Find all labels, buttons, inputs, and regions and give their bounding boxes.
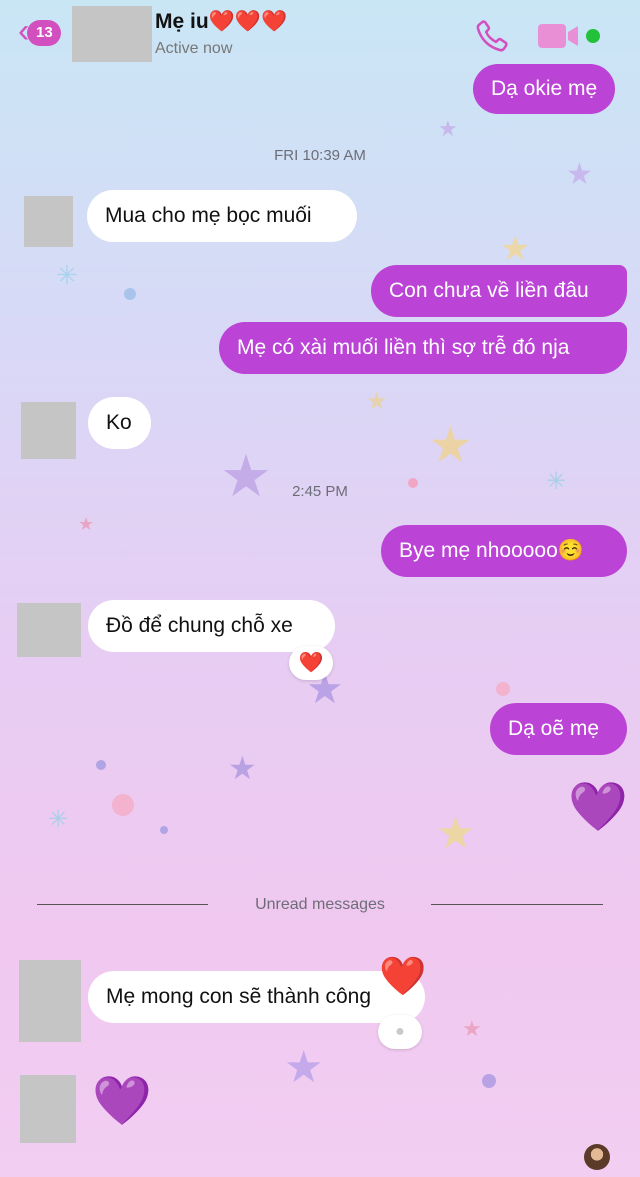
heart-reaction[interactable]: ❤️ <box>289 646 333 680</box>
message-outgoing[interactable]: Dạ oẽ mẹ <box>490 703 627 755</box>
reaction-placeholder[interactable]: ● <box>378 1015 422 1049</box>
purple-heart-emoji[interactable]: 💜 <box>92 1078 152 1126</box>
purple-heart-emoji[interactable]: 💜 <box>568 784 628 832</box>
sender-avatar[interactable] <box>19 960 81 1042</box>
message-outgoing[interactable]: Bye mẹ nhooooo☺️ <box>381 525 627 577</box>
phone-icon[interactable] <box>472 18 510 56</box>
timestamp: FRI 10:39 AM <box>274 147 366 164</box>
back-button[interactable]: ‹ 13 <box>18 14 62 48</box>
video-camera-icon[interactable] <box>538 22 580 50</box>
seen-receipt-avatar <box>584 1144 610 1170</box>
sender-avatar[interactable] <box>17 603 81 657</box>
message-outgoing[interactable]: Mẹ có xài muối liền thì sợ trễ đó nja <box>219 322 627 374</box>
message-outgoing[interactable]: Con chưa về liền đâu <box>371 265 627 317</box>
message-incoming[interactable]: Đồ để chung chỗ xe <box>88 600 335 652</box>
unread-messages-label: Unread messages <box>255 896 385 913</box>
sender-avatar[interactable] <box>21 402 76 459</box>
message-incoming[interactable]: Mẹ mong con sẽ thành công <box>88 971 425 1023</box>
sender-avatar[interactable] <box>24 196 73 247</box>
contact-name[interactable]: Mẹ iu❤️❤️❤️ <box>155 10 287 34</box>
online-status-icon <box>586 29 600 43</box>
active-status: Active now <box>155 40 233 57</box>
unread-divider-right <box>431 904 603 905</box>
unread-count-badge: 13 <box>27 20 62 46</box>
message-incoming[interactable]: Mua cho mẹ bọc muối <box>87 190 357 242</box>
message-incoming[interactable]: Ko <box>88 397 151 449</box>
red-heart-emoji[interactable]: ❤️ <box>379 958 426 996</box>
timestamp: 2:45 PM <box>292 483 348 500</box>
contact-avatar[interactable] <box>72 6 152 62</box>
sender-avatar[interactable] <box>20 1075 76 1143</box>
message-outgoing[interactable]: Dạ okie mẹ <box>473 64 616 114</box>
chat-header: ‹ 13 Mẹ iu❤️❤️❤️ Active now <box>0 0 640 70</box>
